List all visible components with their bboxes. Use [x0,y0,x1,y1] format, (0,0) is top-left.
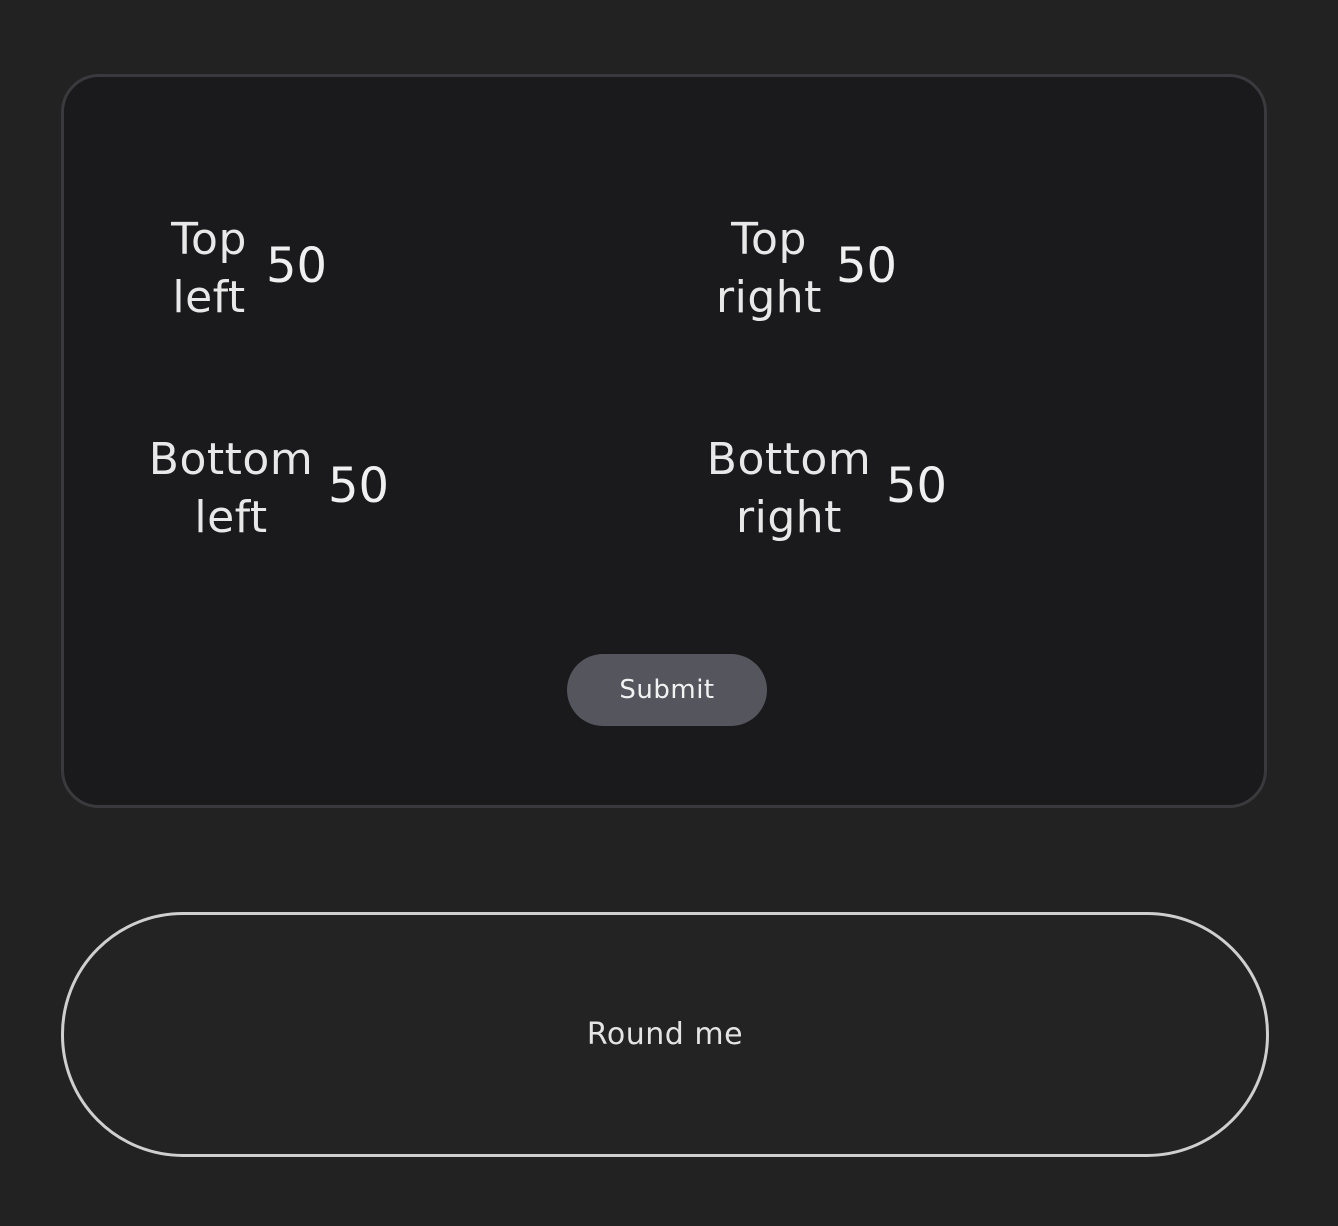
top-left-field: Top left [164,211,356,327]
bottom-left-label: Bottom left [148,434,314,543]
bottom-left-input[interactable] [328,458,418,514]
submit-button[interactable]: Submit [567,654,767,726]
top-right-label: Top right [716,214,822,323]
bottom-right-input[interactable] [886,458,976,514]
bottom-right-label: Bottom right [706,434,872,543]
top-right-input[interactable] [836,238,926,294]
bottom-left-field: Bottom left [146,431,418,547]
top-left-label: Top left [171,214,247,323]
round-me-label: Round me [586,1017,744,1052]
radius-form-card: Top left Top right Bottom left Bottom ri… [61,74,1267,808]
round-me-preview: Round me [61,912,1269,1157]
bottom-right-field: Bottom right [704,431,976,547]
top-right-field: Top right [714,211,926,327]
top-left-input[interactable] [266,238,356,294]
